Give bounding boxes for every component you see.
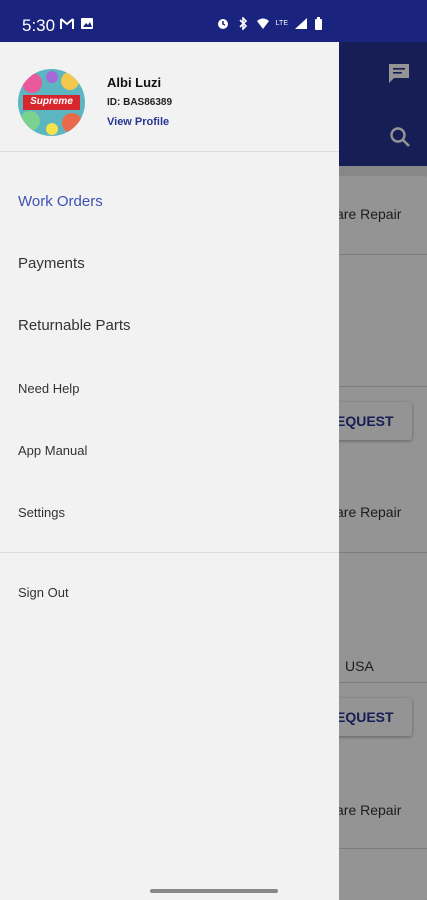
gesture-navigation-bar[interactable]	[150, 889, 278, 893]
navigation-drawer: Supreme Albi Luzi ID: BAS86389 View Prof…	[0, 42, 339, 900]
drawer-divider	[0, 552, 339, 553]
menu-item-label: Work Orders	[18, 193, 103, 210]
bluetooth-icon	[239, 17, 247, 30]
profile-header: Supreme Albi Luzi ID: BAS86389 View Prof…	[0, 42, 339, 152]
gmail-icon	[60, 18, 74, 29]
menu-item-need-help[interactable]: Need Help	[0, 363, 339, 415]
menu-item-settings[interactable]: Settings	[0, 487, 339, 539]
wifi-icon	[256, 18, 269, 29]
avatar: Supreme	[18, 69, 85, 136]
profile-id: ID: BAS86389	[107, 97, 173, 108]
menu-item-work-orders[interactable]: Work Orders	[0, 176, 339, 228]
sign-out-button[interactable]: Sign Out	[0, 567, 339, 619]
menu-item-returnable-parts[interactable]: Returnable Parts	[0, 300, 339, 352]
menu-item-label: Returnable Parts	[18, 317, 131, 334]
menu-item-app-manual[interactable]: App Manual	[0, 425, 339, 477]
avatar-logo-text: Supreme	[30, 96, 73, 107]
signal-icon	[295, 18, 307, 29]
menu-item-label: Need Help	[18, 381, 80, 396]
menu-item-label: App Manual	[18, 443, 88, 458]
status-time: 5:30	[22, 16, 56, 35]
status-bar: 5:30 LTE	[0, 0, 427, 42]
gallery-icon	[81, 18, 93, 29]
lte-label: LTE	[275, 20, 288, 27]
menu-item-payments[interactable]: Payments	[0, 238, 339, 290]
battery-icon	[315, 17, 322, 30]
menu-item-label: Payments	[18, 255, 85, 272]
profile-name: Albi Luzi	[107, 75, 162, 90]
drawer-divider	[0, 151, 339, 152]
sign-out-label: Sign Out	[18, 585, 69, 600]
alarm-icon	[217, 19, 228, 29]
menu-item-label: Settings	[18, 505, 65, 520]
view-profile-link[interactable]: View Profile	[107, 116, 169, 128]
